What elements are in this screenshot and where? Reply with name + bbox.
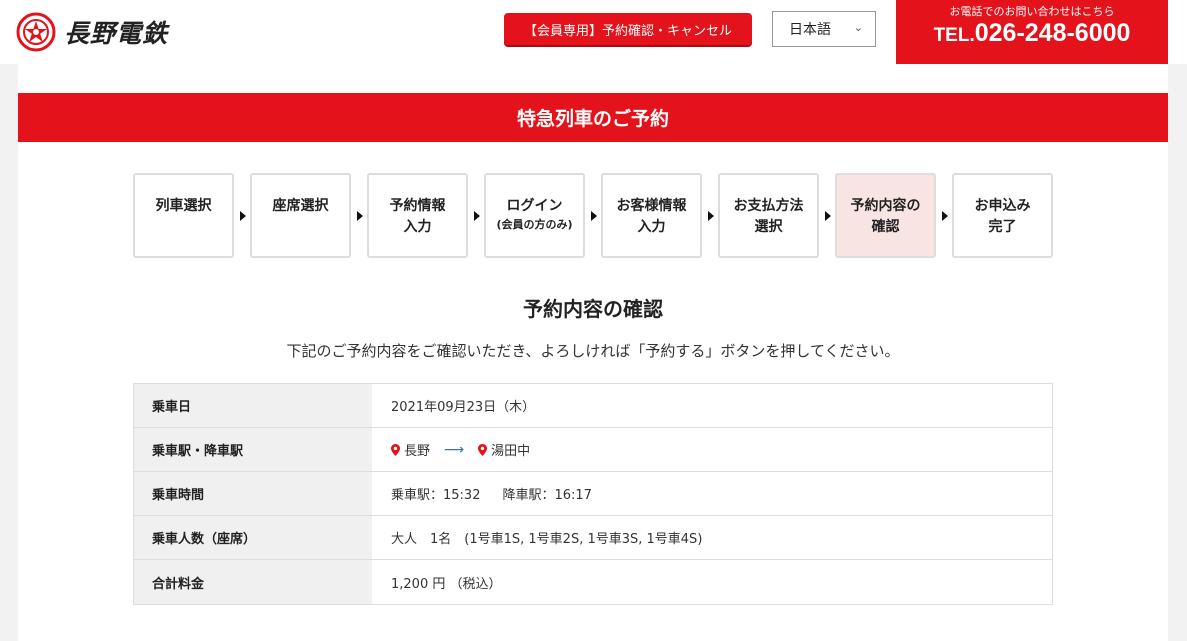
language-select[interactable]: 日本語 ⌄ xyxy=(772,11,876,47)
step-label-line2: 完了 xyxy=(988,219,1017,235)
step-label: ログイン xyxy=(506,198,563,214)
section-title: 予約内容の確認 xyxy=(523,297,663,321)
step-label-line2: 確認 xyxy=(871,219,900,235)
map-pin-icon xyxy=(391,443,400,456)
site-header: 長野電鉄 【会員専用】予約確認・キャンセル 日本語 ⌄ お電話でのお問い合わせは… xyxy=(0,0,1187,64)
step-customer-info: お客様情報 入力 xyxy=(601,173,702,258)
step-label: 予約情報 xyxy=(389,198,446,214)
to-station: 湯田中 xyxy=(491,444,531,459)
step-label-line2: (会員の方のみ) xyxy=(496,218,573,231)
step-confirm-current: 予約内容の 確認 xyxy=(835,173,936,258)
total-fare-label: 合計料金 xyxy=(134,560,372,604)
boarding-time-label: 乗車時間 xyxy=(134,472,372,515)
map-pin-icon xyxy=(478,443,488,456)
step-train-select: 列車選択 xyxy=(133,173,234,258)
passengers-label: 乗車人数（座席） xyxy=(134,516,372,559)
page-title: 特急列車のご予約 xyxy=(18,93,1168,142)
table-row: 乗車人数（座席） 大人 1名 (1号車1S, 1号車2S, 1号車3S, 1号車… xyxy=(134,516,1052,560)
step-label: お申込み xyxy=(974,198,1031,214)
boarding-date-label: 乗車日 xyxy=(134,384,372,427)
step-complete: お申込み 完了 xyxy=(952,173,1053,258)
step-arrow-icon xyxy=(591,211,597,221)
total-fare-value: 1,200 円 （税込） xyxy=(391,576,502,592)
table-row: 乗車日 2021年09月23日（木） xyxy=(134,384,1052,428)
step-arrow-icon xyxy=(474,211,480,221)
step-login: ログイン (会員の方のみ) xyxy=(484,173,585,258)
step-label: お支払方法 xyxy=(733,198,804,214)
step-payment-method: お支払方法 選択 xyxy=(718,173,819,258)
passengers-value: 大人 1名 (1号車1S, 1号車2S, 1号車3S, 1号車4S) xyxy=(391,532,703,547)
member-reservation-check-cancel-button[interactable]: 【会員専用】予約確認・キャンセル xyxy=(504,13,752,45)
phone-contact-box[interactable]: お電話でのお問い合わせはこちら TEL.026-248-6000 xyxy=(896,0,1168,64)
boarding-time-value: 乗車駅：15:32 降車駅：16:17 xyxy=(372,472,1052,515)
step-label: 座席選択 xyxy=(272,198,329,214)
booking-steps: 列車選択 座席選択 予約情報 入力 ログイン (会員の方のみ) お客様情報 入力… xyxy=(133,173,1063,258)
phone-contact-note: お電話でのお問い合わせはこちら xyxy=(949,5,1115,18)
alight-time: 降車駅：16:17 xyxy=(502,488,592,503)
reservation-details-table: 乗車日 2021年09月23日（木） 乗車駅・降車駅 長野 ⟶ 湯田中 乗車時間… xyxy=(133,383,1053,605)
step-arrow-icon xyxy=(825,211,831,221)
stations-value: 長野 ⟶ 湯田中 xyxy=(372,428,1052,471)
instruction-text: 下記のご予約内容をご確認いただき、よろしければ「予約する」ボタンを押してください… xyxy=(286,342,900,360)
step-label: 列車選択 xyxy=(155,198,212,214)
boarding-date-value: 2021年09月23日（木） xyxy=(391,400,536,415)
language-selected-value: 日本語 xyxy=(789,22,831,38)
step-seat-select: 座席選択 xyxy=(250,173,351,258)
step-arrow-icon xyxy=(240,211,246,221)
table-row: 合計料金 1,200 円 （税込） xyxy=(134,560,1052,604)
phone-number: TEL.026-248-6000 xyxy=(896,19,1168,48)
from-station: 長野 xyxy=(404,444,431,459)
chevron-down-icon: ⌄ xyxy=(853,21,863,34)
phone-prefix: TEL. xyxy=(933,25,975,46)
nagano-dentetsu-logo-icon xyxy=(16,12,56,52)
step-arrow-icon xyxy=(708,211,714,221)
step-label-line2: 選択 xyxy=(754,219,783,235)
route-arrow-icon: ⟶ xyxy=(444,441,465,458)
table-row: 乗車駅・降車駅 長野 ⟶ 湯田中 xyxy=(134,428,1052,472)
step-label: お客様情報 xyxy=(616,198,687,214)
step-arrow-icon xyxy=(357,211,363,221)
phone-number-digits: 026-248-6000 xyxy=(974,19,1131,47)
brand-logo[interactable]: 長野電鉄 xyxy=(16,10,168,54)
stations-label: 乗車駅・降車駅 xyxy=(134,428,372,471)
brand-name: 長野電鉄 xyxy=(64,19,169,48)
step-label: 予約内容の xyxy=(850,198,921,214)
board-time: 乗車駅：15:32 xyxy=(391,488,481,503)
step-label-line2: 入力 xyxy=(637,219,666,235)
step-arrow-icon xyxy=(942,211,948,221)
step-reservation-info: 予約情報 入力 xyxy=(367,173,468,258)
step-label-line2: 入力 xyxy=(403,219,432,235)
table-row: 乗車時間 乗車駅：15:32 降車駅：16:17 xyxy=(134,472,1052,516)
